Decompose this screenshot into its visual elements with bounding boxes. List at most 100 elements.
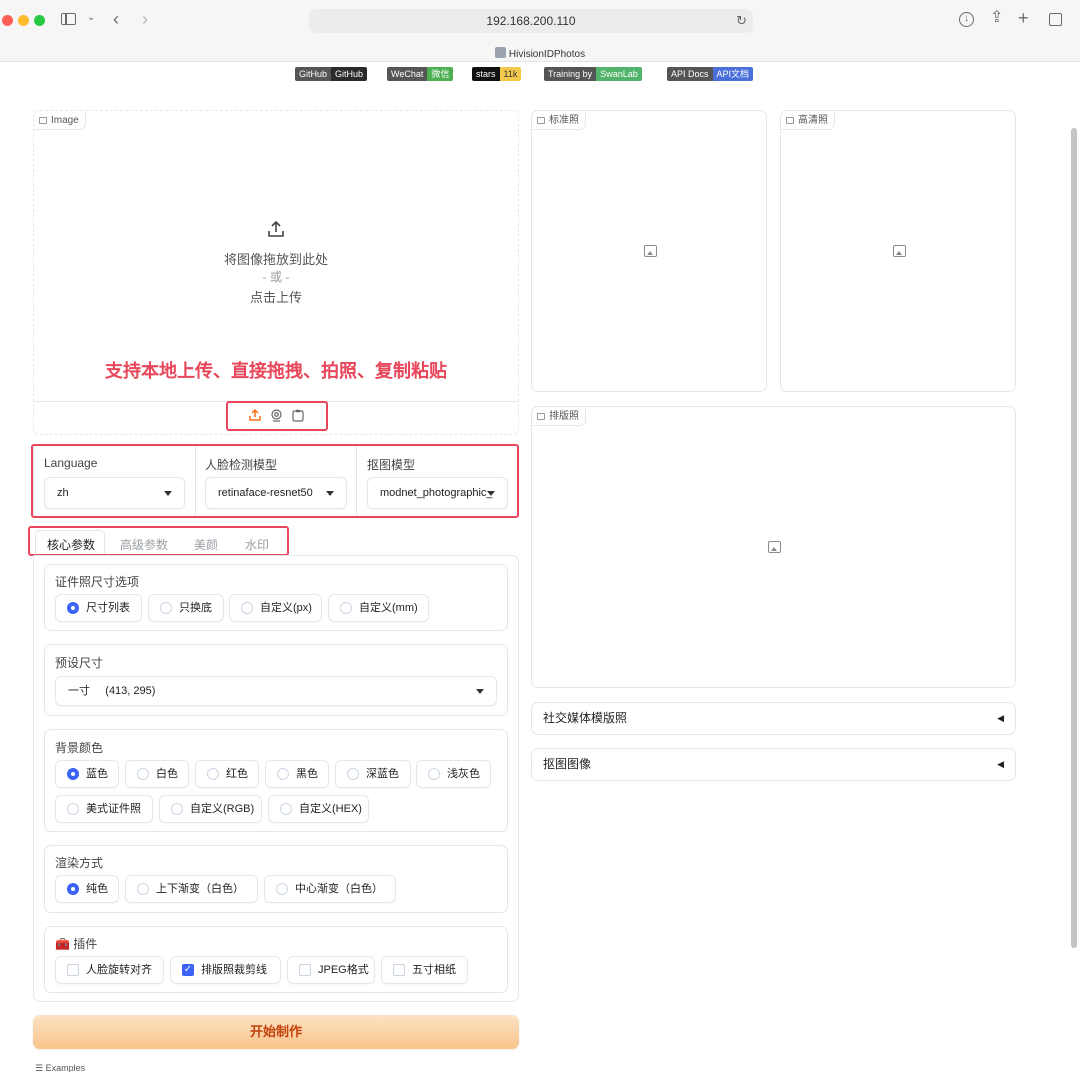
swanlab-badge[interactable]: Training by SwanLab bbox=[544, 67, 642, 81]
upload-annotation: 支持本地上传、直接拖拽、拍照、复制粘贴 bbox=[105, 361, 447, 381]
collapse-triangle-icon: ◀ bbox=[997, 713, 1004, 723]
radio-selected-icon bbox=[67, 602, 79, 614]
size-option-custom-mm[interactable]: 自定义(mm) bbox=[328, 594, 429, 622]
plugin-crop-lines[interactable]: ✓ 排版照裁剪线 bbox=[170, 956, 281, 984]
dropdown-caret-icon bbox=[326, 491, 334, 496]
tab-overview-icon[interactable] bbox=[1049, 13, 1062, 26]
size-option-list[interactable]: 尺寸列表 bbox=[55, 594, 142, 622]
plugins-title: 🧰 插件 bbox=[55, 937, 98, 951]
sidebar-icon[interactable] bbox=[61, 13, 76, 25]
list-icon: ☰ bbox=[35, 1063, 46, 1072]
click-upload-text: 点击上传 bbox=[249, 290, 302, 305]
wechat-badge[interactable]: WeChat 微信 bbox=[387, 67, 454, 81]
radio-icon bbox=[207, 768, 219, 780]
bg-color-light-gray[interactable]: 浅灰色 bbox=[416, 760, 491, 788]
standard-photo-output: 标准照 bbox=[531, 110, 767, 392]
face-model-value: retinaface-resnet50 bbox=[218, 487, 313, 499]
plugin-face-align[interactable]: 人脸旋转对齐 bbox=[55, 956, 164, 984]
tab-advanced-params[interactable]: 高级参数 bbox=[120, 536, 168, 553]
badge-left-text: GitHub bbox=[295, 67, 332, 81]
dropdown-caret-icon bbox=[164, 491, 172, 496]
download-icon[interactable]: ↓ bbox=[959, 12, 974, 27]
tab-title[interactable]: HivisionIDPhotos bbox=[0, 47, 1080, 60]
checkbox-icon bbox=[299, 964, 311, 976]
bg-color-white[interactable]: 白色 bbox=[125, 760, 189, 788]
radio-icon bbox=[160, 602, 172, 614]
dropdown-caret-icon bbox=[487, 491, 495, 496]
back-icon[interactable]: ‹ bbox=[113, 10, 119, 28]
image-placeholder-icon bbox=[893, 245, 906, 257]
accordion-social-template[interactable]: 社交媒体模版照 ◀ bbox=[531, 702, 1016, 735]
github-badge[interactable]: GitHub GitHub bbox=[295, 67, 368, 81]
badge-left-text: API Docs bbox=[667, 67, 713, 81]
zoom-window-button[interactable] bbox=[34, 15, 45, 26]
matting-model-value: modnet_photographic_ bbox=[380, 487, 493, 499]
matting-model-label: 抠图模型 bbox=[367, 458, 416, 472]
reload-icon[interactable]: ↻ bbox=[736, 9, 747, 33]
tab-beauty[interactable]: 美颜 bbox=[194, 536, 218, 553]
checkbox-checked-icon: ✓ bbox=[182, 964, 194, 976]
new-tab-icon[interactable]: + bbox=[1018, 9, 1029, 27]
tab-core-params[interactable]: 核心参数 bbox=[47, 536, 95, 553]
close-window-button[interactable] bbox=[2, 15, 13, 26]
stars-badge[interactable]: stars 11k bbox=[472, 67, 522, 81]
size-option-bg-only[interactable]: 只换底 bbox=[148, 594, 224, 622]
radio-icon bbox=[340, 602, 352, 614]
preset-size-select[interactable]: 一寸 (413, 295) bbox=[55, 676, 497, 706]
badge-row: GitHub GitHub WeChat 微信 stars 11k Traini… bbox=[0, 67, 1080, 81]
minimize-window-button[interactable] bbox=[18, 15, 29, 26]
hd-photo-output: 高清照 bbox=[780, 110, 1016, 392]
image-upload-block[interactable]: Image 将图像拖放到此处 - 或 - 点击上传 支持本地上传、直接拖拽、拍照… bbox=[33, 110, 519, 435]
api-docs-badge[interactable]: API Docs API文档 bbox=[667, 67, 754, 81]
tab-title-text: HivisionIDPhotos bbox=[508, 49, 586, 60]
render-vertical-gradient[interactable]: 上下渐变（白色） bbox=[125, 875, 258, 903]
render-center-gradient[interactable]: 中心渐变（白色） bbox=[264, 875, 396, 903]
address-bar[interactable]: 192.168.200.110 ↻ bbox=[309, 9, 753, 33]
image-placeholder-icon bbox=[768, 541, 781, 553]
webcam-icon[interactable] bbox=[270, 409, 283, 422]
badge-right-text: 微信 bbox=[427, 67, 454, 81]
start-button[interactable]: 开始制作 bbox=[33, 1015, 519, 1049]
language-label: Language bbox=[44, 456, 98, 470]
badge-left-text: stars bbox=[472, 67, 500, 81]
language-value: zh bbox=[57, 487, 69, 499]
size-options-title: 证件照尺寸选项 bbox=[55, 575, 140, 589]
size-option-custom-px[interactable]: 自定义(px) bbox=[229, 594, 322, 622]
preset-size-value: 一寸 (413, 295) bbox=[68, 685, 156, 697]
radio-icon bbox=[428, 768, 440, 780]
forward-icon[interactable]: › bbox=[142, 10, 148, 28]
upload-source-icon[interactable] bbox=[248, 408, 262, 422]
render-solid[interactable]: 纯色 bbox=[55, 875, 119, 903]
layout-photo-output: 排版照 bbox=[531, 406, 1016, 688]
tab-watermark[interactable]: 水印 bbox=[245, 536, 269, 553]
examples-label[interactable]: ☰ Examples bbox=[35, 1063, 85, 1072]
bg-color-us-id[interactable]: 美式证件照 bbox=[55, 795, 153, 823]
bg-color-dark-blue[interactable]: 深蓝色 bbox=[335, 760, 411, 788]
collapse-triangle-icon: ◀ bbox=[997, 759, 1004, 769]
language-select[interactable]: zh bbox=[44, 477, 185, 509]
chevron-down-icon[interactable]: ⌄ bbox=[87, 13, 95, 23]
or-text: - 或 - bbox=[262, 270, 290, 284]
accordion-matting-image[interactable]: 抠图图像 ◀ bbox=[531, 748, 1016, 781]
bg-color-black[interactable]: 黑色 bbox=[265, 760, 329, 788]
badge-right-text: 11k bbox=[499, 67, 522, 81]
share-icon[interactable]: ⇪ bbox=[990, 10, 1003, 26]
badge-right-text: SwanLab bbox=[596, 67, 642, 81]
bg-color-custom-rgb[interactable]: 自定义(RGB) bbox=[159, 795, 262, 823]
badge-left-text: Training by bbox=[544, 67, 597, 81]
radio-icon bbox=[67, 803, 79, 815]
upload-icon bbox=[268, 220, 284, 237]
bg-color-blue[interactable]: 蓝色 bbox=[55, 760, 119, 788]
bg-color-red[interactable]: 红色 bbox=[195, 760, 259, 788]
face-model-label: 人脸检测模型 bbox=[205, 458, 278, 472]
matting-model-select[interactable]: modnet_photographic_ bbox=[367, 477, 508, 509]
checkbox-icon bbox=[393, 964, 405, 976]
browser-toolbar: ⌄ ‹ › 192.168.200.110 ↻ ↓ ⇪ + HivisionID… bbox=[0, 0, 1080, 62]
badge-right-text: API文档 bbox=[712, 67, 754, 81]
page-scrollbar[interactable] bbox=[1071, 128, 1077, 948]
clipboard-icon[interactable] bbox=[292, 409, 304, 422]
bg-color-custom-hex[interactable]: 自定义(HEX) bbox=[268, 795, 369, 823]
face-model-select[interactable]: retinaface-resnet50 bbox=[205, 477, 347, 509]
plugin-jpeg-format[interactable]: JPEG格式 bbox=[287, 956, 375, 984]
plugin-five-inch-paper[interactable]: 五寸相纸 bbox=[381, 956, 468, 984]
